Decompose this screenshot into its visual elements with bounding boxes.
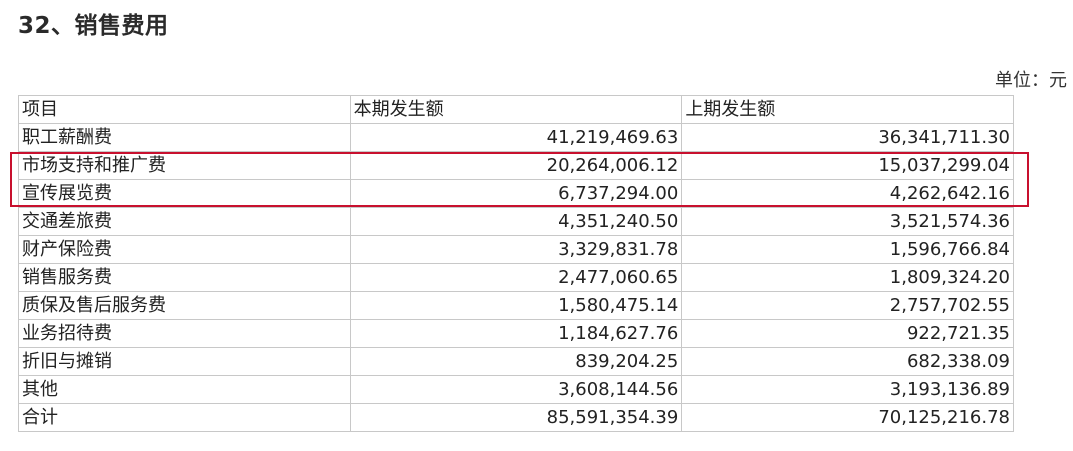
table-row: 宣传展览费 6,737,294.00 4,262,642.16 [18,179,1014,208]
row-item: 业务招待费 [18,319,351,348]
table-row: 销售服务费 2,477,060.65 1,809,324.20 [18,263,1014,292]
row-prior: 4,262,642.16 [681,179,1014,208]
row-prior: 682,338.09 [681,347,1014,376]
row-current: 3,608,144.56 [349,375,683,404]
table-row: 质保及售后服务费 1,580,475.14 2,757,702.55 [18,291,1014,320]
row-current: 839,204.25 [349,347,683,376]
row-item: 市场支持和推广费 [18,151,351,180]
row-item: 销售服务费 [18,263,351,292]
row-current: 4,351,240.50 [349,207,683,236]
header-current: 本期发生额 [349,95,683,124]
row-prior: 3,193,136.89 [681,375,1014,404]
table-row: 职工薪酬费 41,219,469.63 36,341,711.30 [18,123,1014,152]
row-current: 20,264,006.12 [349,151,683,180]
table-row: 其他 3,608,144.56 3,193,136.89 [18,375,1014,404]
row-prior: 70,125,216.78 [681,403,1014,432]
row-current: 1,184,627.76 [349,319,683,348]
unit-label: 单位：元 [995,70,1067,91]
row-prior: 15,037,299.04 [681,151,1014,180]
row-item: 其他 [18,375,351,404]
table-header-row: 项目 本期发生额 上期发生额 [18,95,1014,124]
table-total-row: 合计 85,591,354.39 70,125,216.78 [18,403,1014,432]
page-title: 32、销售费用 [18,13,169,39]
row-item: 宣传展览费 [18,179,351,208]
table-row: 市场支持和推广费 20,264,006.12 15,037,299.04 [18,151,1014,180]
row-prior: 1,809,324.20 [681,263,1014,292]
row-prior: 36,341,711.30 [681,123,1014,152]
row-item: 质保及售后服务费 [18,291,351,320]
expense-table: 项目 本期发生额 上期发生额 职工薪酬费 41,219,469.63 36,34… [18,95,1014,432]
row-current: 2,477,060.65 [349,263,683,292]
row-item: 职工薪酬费 [18,123,351,152]
table-row: 交通差旅费 4,351,240.50 3,521,574.36 [18,207,1014,236]
table-row: 业务招待费 1,184,627.76 922,721.35 [18,319,1014,348]
row-current: 41,219,469.63 [349,123,683,152]
row-item: 财产保险费 [18,235,351,264]
row-current: 6,737,294.00 [349,179,683,208]
row-current: 3,329,831.78 [349,235,683,264]
row-item: 合计 [18,403,351,432]
table-row: 折旧与摊销 839,204.25 682,338.09 [18,347,1014,376]
row-item: 交通差旅费 [18,207,351,236]
row-current: 1,580,475.14 [349,291,683,320]
row-prior: 3,521,574.36 [681,207,1014,236]
row-prior: 1,596,766.84 [681,235,1014,264]
table-row: 财产保险费 3,329,831.78 1,596,766.84 [18,235,1014,264]
row-current: 85,591,354.39 [349,403,683,432]
row-item: 折旧与摊销 [18,347,351,376]
header-item: 项目 [18,95,351,124]
header-prior: 上期发生额 [681,95,1014,124]
row-prior: 922,721.35 [681,319,1014,348]
row-prior: 2,757,702.55 [681,291,1014,320]
